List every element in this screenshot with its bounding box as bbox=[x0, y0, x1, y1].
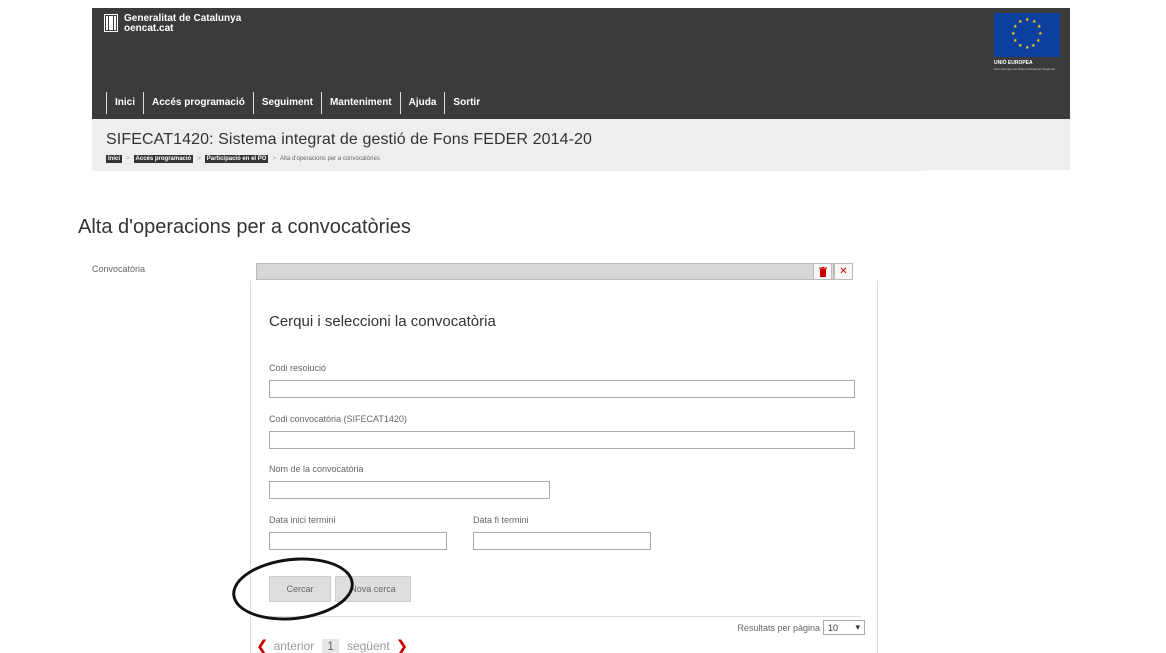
gencat-logo[interactable]: Generalitat de Catalunya oencat.cat bbox=[104, 14, 241, 34]
results-per-page-value: 10 bbox=[828, 622, 839, 633]
divider bbox=[269, 616, 861, 617]
breadcrumb-participacio[interactable]: Participació en el PO bbox=[204, 155, 269, 163]
breadcrumb: Inici > Accés programació > Participació… bbox=[106, 155, 380, 163]
results-per-page: Resultats per pàgina 10 ▾ bbox=[737, 620, 865, 635]
convocatoria-field[interactable] bbox=[256, 263, 834, 280]
chevron-down-icon: ▾ bbox=[855, 622, 860, 632]
eu-flag-icon: ★ ★ ★ ★ ★ ★ ★ ★ ★ ★ ★ ★ bbox=[994, 13, 1060, 57]
nom-convocatoria-label: Nom de la convocatòria bbox=[269, 464, 364, 474]
data-inici-label: Data inici termini bbox=[269, 515, 336, 525]
codi-convocatoria-input[interactable] bbox=[269, 431, 855, 449]
eu-sublabel: Fons Europeu de Desenvolupament Regional bbox=[994, 67, 1055, 71]
top-header: Generalitat de Catalunya oencat.cat ★ ★ … bbox=[92, 8, 1070, 119]
gencat-logo-icon bbox=[104, 14, 118, 32]
codi-convocatoria-label: Codi convocatòria (SIFECAT1420) bbox=[269, 414, 407, 424]
nav-acces-programacio[interactable]: Accés programació bbox=[143, 92, 253, 114]
breadcrumb-separator: > bbox=[197, 156, 201, 162]
data-inici-input[interactable] bbox=[269, 532, 447, 550]
pagination: ❮ anterior 1 següent ❯ bbox=[256, 637, 408, 653]
pager-page-number[interactable]: 1 bbox=[322, 639, 339, 653]
main-nav: Inici Accés programació Seguiment Manten… bbox=[106, 88, 488, 119]
pager-next[interactable]: següent bbox=[347, 639, 390, 653]
close-icon[interactable]: ✕ bbox=[834, 263, 853, 280]
eu-logo: ★ ★ ★ ★ ★ ★ ★ ★ ★ ★ ★ ★ UNIÓ EUROPEA Fon… bbox=[994, 13, 1060, 77]
codi-resolucio-label: Codi resolució bbox=[269, 363, 327, 373]
results-per-page-select[interactable]: 10 ▾ bbox=[823, 620, 865, 635]
page-title: Alta d'operacions per a convocatòries bbox=[78, 216, 411, 238]
nav-seguiment[interactable]: Seguiment bbox=[252, 92, 321, 114]
breadcrumb-separator: > bbox=[272, 156, 276, 162]
results-per-page-label: Resultats per pàgina bbox=[737, 622, 820, 633]
prev-arrow-icon[interactable]: ❮ bbox=[256, 637, 269, 653]
codi-resolucio-input[interactable] bbox=[269, 380, 855, 398]
data-fi-label: Data fi termini bbox=[473, 515, 529, 525]
nav-ajuda[interactable]: Ajuda bbox=[399, 92, 445, 114]
logo-line-2: oencat.cat bbox=[124, 23, 174, 34]
breadcrumb-inici[interactable]: Inici bbox=[106, 155, 123, 163]
breadcrumb-separator: > bbox=[126, 156, 130, 162]
pager-prev[interactable]: anterior bbox=[274, 639, 315, 653]
nav-inici[interactable]: Inici bbox=[106, 92, 143, 114]
next-arrow-icon[interactable]: ❯ bbox=[396, 637, 409, 653]
popup-title: Cerqui i seleccioni la convocatòria bbox=[269, 313, 496, 330]
system-bar: SIFECAT1420: Sistema integrat de gestió … bbox=[92, 119, 1070, 171]
data-fi-input[interactable] bbox=[473, 532, 651, 550]
eu-label: UNIÓ EUROPEA bbox=[994, 60, 1033, 66]
breadcrumb-acces-programacio[interactable]: Accés programació bbox=[133, 155, 194, 163]
nom-convocatoria-input[interactable] bbox=[269, 481, 550, 499]
breadcrumb-current: Alta d'operacions per a convocatòries bbox=[279, 156, 380, 162]
system-title: SIFECAT1420: Sistema integrat de gestió … bbox=[106, 131, 593, 148]
trash-icon[interactable] bbox=[813, 263, 832, 280]
blank-area bbox=[926, 170, 1070, 182]
nav-sortir[interactable]: Sortir bbox=[444, 92, 488, 114]
nav-manteniment[interactable]: Manteniment bbox=[320, 92, 400, 114]
convocatoria-label: Convocatòria bbox=[92, 264, 146, 274]
